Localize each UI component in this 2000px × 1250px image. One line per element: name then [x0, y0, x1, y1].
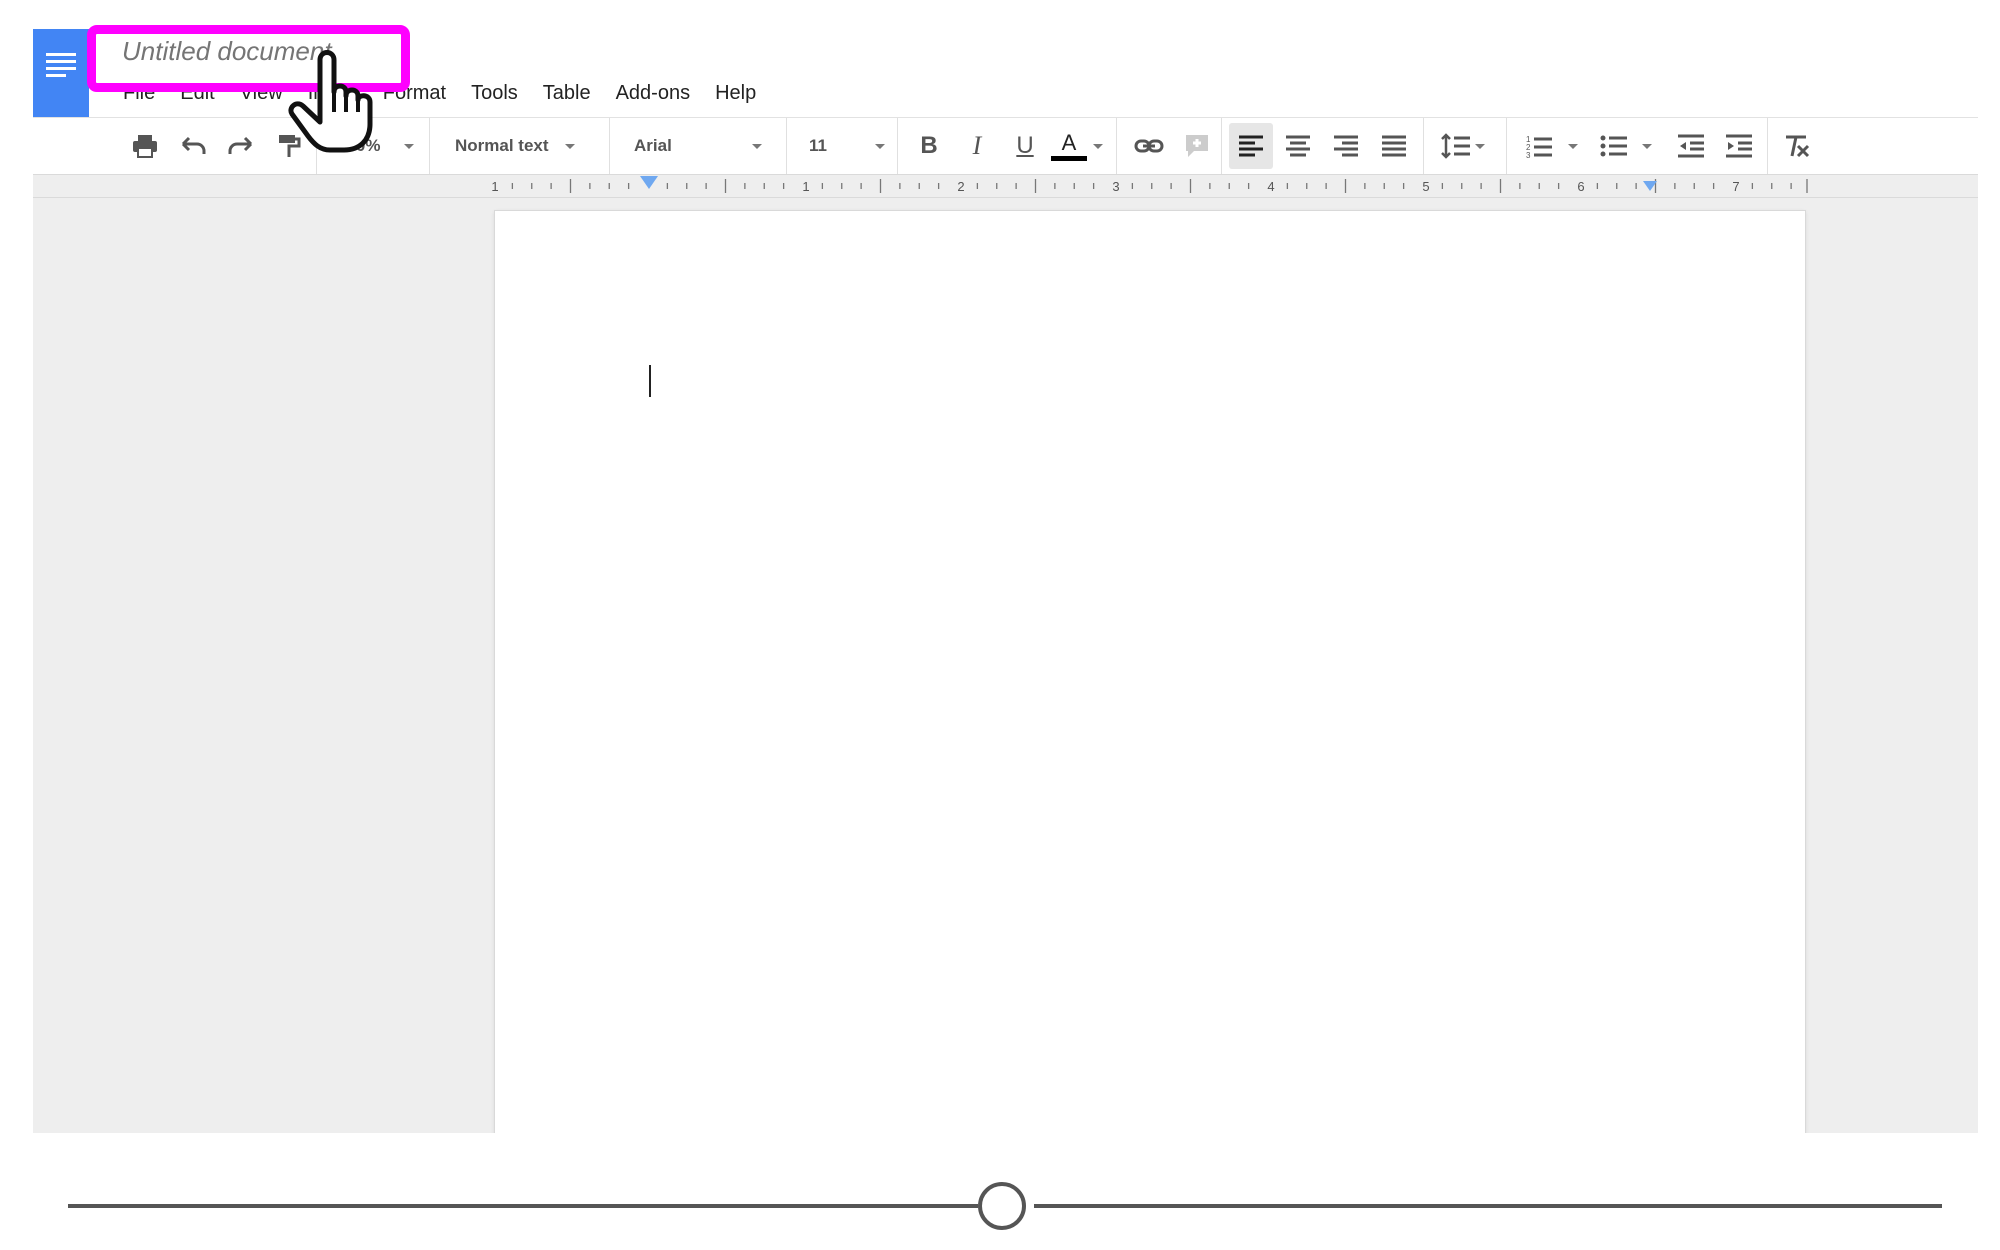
- increase-indent-icon[interactable]: [1719, 118, 1759, 174]
- menu-tools[interactable]: Tools: [471, 82, 518, 105]
- menu-help[interactable]: Help: [715, 82, 756, 105]
- insert-link-icon[interactable]: [1129, 118, 1169, 174]
- text-color-icon: A: [1051, 129, 1087, 161]
- ruler-label: 6: [1577, 179, 1584, 194]
- ruler-label: 1: [802, 179, 809, 194]
- chevron-down-icon: [751, 143, 762, 149]
- undo-icon[interactable]: [173, 118, 213, 174]
- font-size-value: 11: [809, 136, 827, 155]
- docs-logo-icon[interactable]: [33, 29, 89, 117]
- chevron-down-icon: [564, 143, 575, 149]
- numbered-list-icon[interactable]: 123: [1517, 118, 1587, 174]
- chevron-down-icon: [1475, 143, 1485, 149]
- menu-table[interactable]: Table: [543, 82, 591, 105]
- indent-marker-left[interactable]: [640, 176, 658, 189]
- chevron-down-icon: [404, 143, 415, 149]
- chevron-down-icon: [1568, 143, 1578, 149]
- document-page[interactable]: [495, 211, 1805, 1133]
- italic-icon: I: [972, 131, 982, 160]
- timeline-scrubber-handle[interactable]: [978, 1182, 1026, 1230]
- style-dropdown[interactable]: Normal text: [433, 118, 613, 174]
- ruler-label: 7: [1732, 179, 1739, 194]
- svg-text:3: 3: [1526, 151, 1531, 158]
- hand-pointer-icon: [288, 50, 373, 153]
- chevron-down-icon: [1093, 143, 1103, 149]
- underline-icon: U: [1016, 132, 1034, 159]
- align-center-icon[interactable]: [1278, 118, 1318, 174]
- ruler-label: 3: [1112, 179, 1119, 194]
- bold-icon: B: [920, 132, 938, 159]
- font-dropdown[interactable]: Arial: [613, 118, 793, 174]
- font-size-dropdown[interactable]: 11: [790, 118, 900, 174]
- align-left-icon[interactable]: [1229, 123, 1273, 169]
- print-icon[interactable]: [125, 118, 165, 174]
- ruler-label: 5: [1422, 179, 1429, 194]
- ruler-label: 2: [957, 179, 964, 194]
- ruler-label: 4: [1267, 179, 1274, 194]
- bulleted-list-icon[interactable]: [1591, 118, 1661, 174]
- insert-comment-icon[interactable]: [1177, 118, 1217, 174]
- ruler[interactable]: 1 1 2 3 4 5 6 7: [33, 175, 1978, 198]
- ruler-scale: 1 1 2 3 4 5 6 7: [491, 176, 1808, 194]
- timeline-track-left[interactable]: [68, 1204, 978, 1208]
- align-justify-icon[interactable]: [1374, 118, 1414, 174]
- docs-app: Untitled document File Edit View Insert …: [33, 0, 1978, 1133]
- italic-button[interactable]: I: [957, 118, 997, 174]
- chevron-down-icon: [1642, 143, 1652, 149]
- line-spacing-icon[interactable]: [1433, 118, 1493, 174]
- clear-formatting-icon[interactable]: [1777, 118, 1817, 174]
- underline-button[interactable]: U: [1005, 118, 1045, 174]
- style-value: Normal text: [455, 136, 549, 155]
- align-right-icon[interactable]: [1326, 118, 1366, 174]
- decrease-indent-icon[interactable]: [1671, 118, 1711, 174]
- text-color-letter: A: [1061, 129, 1077, 155]
- timeline-track-right[interactable]: [1034, 1204, 1942, 1208]
- text-color-button[interactable]: A: [1047, 118, 1107, 174]
- redo-icon[interactable]: [221, 118, 261, 174]
- menu-add-ons[interactable]: Add-ons: [616, 82, 691, 105]
- font-value: Arial: [634, 136, 672, 155]
- ruler-label: 1: [491, 179, 498, 194]
- chevron-down-icon: [874, 143, 885, 149]
- bold-button[interactable]: B: [909, 118, 949, 174]
- text-cursor: [649, 365, 651, 397]
